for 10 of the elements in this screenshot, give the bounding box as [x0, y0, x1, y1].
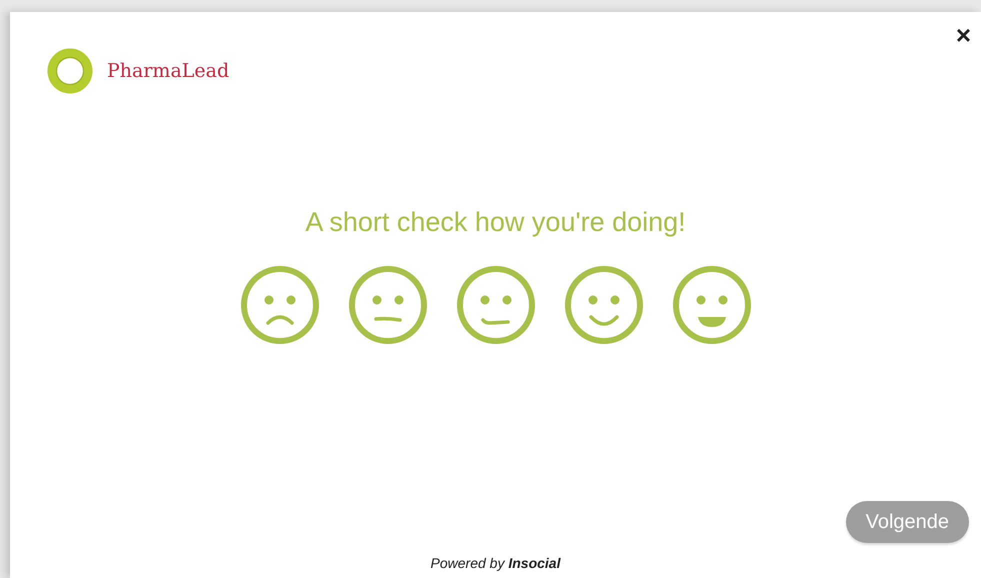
brand-name: PharmaLead [107, 58, 230, 84]
neutral-face-button[interactable] [348, 264, 428, 344]
smile-face-button[interactable] [564, 264, 644, 344]
slight-face-button[interactable] [456, 264, 536, 344]
close-button[interactable]: × [952, 22, 975, 48]
ring-logo-icon [45, 46, 95, 96]
question-heading: A short check how you're doing! [305, 206, 686, 239]
powered-by-text: Powered by Insocial [430, 554, 560, 573]
grin-face-button[interactable] [672, 264, 752, 344]
sad-face-button[interactable] [240, 264, 320, 344]
